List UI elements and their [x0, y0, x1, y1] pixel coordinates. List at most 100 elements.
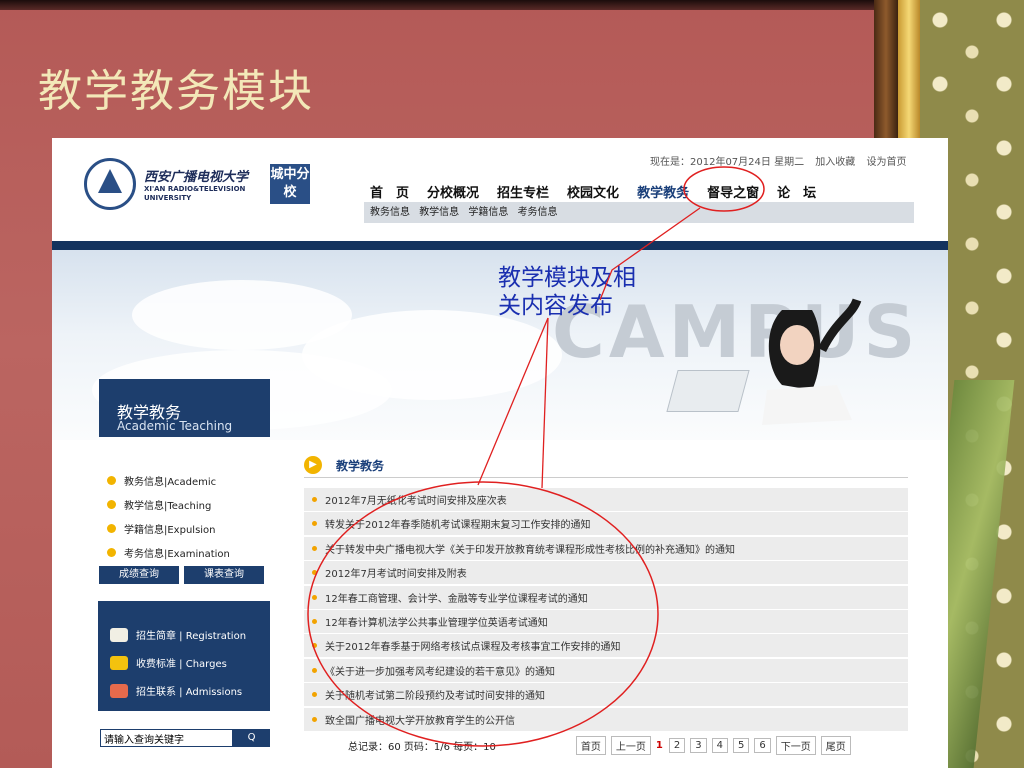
article-row[interactable]: 关于转发中央广播电视大学《关于印发开放教育统考课程形成性考核比例的补充通知》的通…: [304, 536, 908, 560]
header-divider: [52, 241, 948, 250]
section-banner-box: 教学教务 Academic Teaching: [99, 379, 270, 437]
bullet-icon: [312, 667, 317, 673]
slide-title: 教学教务模块: [38, 66, 314, 117]
bullet-icon: [312, 570, 317, 576]
query-buttons: 成绩查询 课表查询: [99, 566, 269, 584]
article-title: 12年春计算机法学公共事业管理学位英语考试通知: [325, 617, 548, 629]
university-emblem-icon: [84, 158, 136, 210]
nav-item-teaching[interactable]: 教学教务: [637, 182, 689, 201]
sidebar-item-examination[interactable]: 考务信息|Examination: [107, 540, 277, 564]
article-rows: 2012年7月无纸化考试时间安排及座次表 转发关于2012年春季随机考试课程期末…: [304, 488, 908, 731]
keyword-search-input[interactable]: [100, 729, 233, 747]
article-title: 关于2012年春季基于网络考核试点课程及考核事宜工作安排的通知: [325, 642, 621, 654]
enroll-label: 收费标准 | Charges: [136, 659, 227, 670]
schedule-query-button[interactable]: 课表查询: [184, 566, 264, 584]
nav-item-supervision[interactable]: 督导之窗: [707, 182, 759, 201]
slide-background: 教学教务模块 西安广播电视大学 XI'AN RADIO&TELEVISION U…: [0, 0, 1024, 768]
bullet-icon: [312, 716, 317, 722]
pagination-summary: 总记录：60 页码：1/6 每页：10: [348, 742, 496, 753]
main-nav: 首 页 分校概况 招生专栏 校园文化 教学教务 督导之窗 论 坛: [370, 182, 834, 201]
enroll-label: 招生联系 | Admissions: [136, 687, 243, 698]
search-button[interactable]: Q: [233, 729, 270, 747]
nav-item-about[interactable]: 分校概况: [427, 182, 479, 201]
nav-item-admissions[interactable]: 招生专栏: [497, 182, 549, 201]
prev-page-button[interactable]: 上一页: [610, 736, 651, 755]
bullet-icon: [107, 499, 116, 509]
student-photo: [762, 298, 862, 425]
page-button[interactable]: 6: [754, 738, 771, 753]
bullet-icon: [107, 547, 116, 557]
enroll-charges-link[interactable]: 收费标准 | Charges: [110, 655, 227, 670]
article-row[interactable]: 2012年7月考试时间安排及附表: [304, 561, 908, 585]
play-arrow-icon: ▶: [304, 456, 322, 474]
nav-item-home[interactable]: 首 页: [370, 182, 409, 201]
sidebar-item-academic[interactable]: 教务信息|Academic: [107, 468, 277, 492]
page-button[interactable]: 4: [711, 738, 728, 753]
enroll-label: 招生简章 | Registration: [136, 631, 247, 642]
page-button[interactable]: 2: [668, 738, 686, 753]
university-name: 西安广播电视大学 XI'AN RADIO&TELEVISION UNIVERSI…: [144, 166, 264, 203]
card-icon: [110, 655, 128, 670]
slide-top-bar: [0, 0, 880, 10]
branch-badge: 城中分校: [270, 164, 310, 204]
last-page-button[interactable]: 尾页: [820, 736, 851, 755]
annotation-line-1: 教学模块及相: [498, 265, 636, 291]
article-list-header: ▶ 教学教务: [304, 453, 908, 478]
article-title: 12年春工商管理、会计学、金融等专业学位课程考试的通知: [325, 593, 588, 605]
article-list-title: 教学教务: [336, 458, 385, 473]
annotation-callout: 教学模块及相 关内容发布: [498, 264, 636, 320]
top-info-bar: 现在是：2012年07月24日 星期二 加入收藏 设为首页: [650, 153, 914, 168]
enrollment-panel: 招生简章 | Registration 收费标准 | Charges 招生联系 …: [98, 601, 270, 711]
article-row[interactable]: 致全国广播电视大学开放教育学生的公开信: [304, 707, 908, 731]
bullet-icon: [312, 692, 317, 698]
article-title: 2012年7月考试时间安排及附表: [325, 569, 467, 581]
sidebar-item-label: 学籍信息|Expulsion: [124, 524, 216, 536]
enroll-contact-link[interactable]: 招生联系 | Admissions: [110, 683, 242, 698]
page-button[interactable]: 5: [733, 738, 750, 753]
subnav-item-academic[interactable]: 教务信息: [370, 207, 410, 218]
site-header: 西安广播电视大学 XI'AN RADIO&TELEVISION UNIVERSI…: [52, 138, 948, 241]
nav-item-campus-culture[interactable]: 校园文化: [567, 182, 619, 201]
sidebar-item-teaching[interactable]: 教学信息|Teaching: [107, 492, 277, 516]
article-row[interactable]: 12年春工商管理、会计学、金融等专业学位课程考试的通知: [304, 585, 908, 609]
enroll-registration-link[interactable]: 招生简章 | Registration: [110, 627, 246, 642]
article-title: 关于转发中央广播电视大学《关于印发开放教育统考课程形成性考核比例的补充通知》的通…: [325, 544, 735, 556]
section-title-en: Academic Teaching: [117, 419, 233, 433]
sub-nav: 教务信息 教学信息 学籍信息 考务信息: [364, 202, 914, 223]
annotation-line-2: 关内容发布: [498, 293, 613, 319]
bullet-icon: [107, 475, 116, 485]
university-logo[interactable]: 西安广播电视大学 XI'AN RADIO&TELEVISION UNIVERSI…: [84, 158, 310, 210]
university-name-en: XI'AN RADIO&TELEVISION UNIVERSITY: [144, 184, 246, 202]
article-row[interactable]: 关于2012年春季基于网络考核试点课程及考核事宜工作安排的通知: [304, 634, 908, 658]
nav-item-forum[interactable]: 论 坛: [777, 182, 816, 201]
article-row[interactable]: 关于随机考试第二阶段预约及考试时间安排的通知: [304, 683, 908, 707]
book-icon: [110, 627, 128, 642]
page-button[interactable]: 3: [690, 738, 707, 753]
article-row[interactable]: 2012年7月无纸化考试时间安排及座次表: [304, 488, 908, 511]
sidebar-menu: 教务信息|Academic 教学信息|Teaching 学籍信息|Expulsi…: [107, 468, 277, 564]
article-list: ▶ 教学教务 2012年7月无纸化考试时间安排及座次表 转发关于2012年春季随…: [304, 453, 908, 732]
set-home-link[interactable]: 设为首页: [866, 157, 906, 168]
article-title: 转发关于2012年春季随机考试课程期末复习工作安排的通知: [325, 520, 591, 532]
subnav-item-teaching[interactable]: 教学信息: [419, 207, 459, 218]
bullet-icon: [312, 643, 317, 649]
grade-query-button[interactable]: 成绩查询: [99, 566, 179, 584]
current-date: 现在是：2012年07月24日 星期二: [650, 157, 805, 168]
article-title: 关于随机考试第二阶段预约及考试时间安排的通知: [325, 691, 545, 703]
subnav-item-status[interactable]: 学籍信息: [468, 207, 508, 218]
article-row[interactable]: 转发关于2012年春季随机考试课程期末复习工作安排的通知: [304, 512, 908, 536]
next-page-button[interactable]: 下一页: [775, 736, 816, 755]
article-title: 2012年7月无纸化考试时间安排及座次表: [325, 496, 507, 507]
subnav-item-exam[interactable]: 考务信息: [518, 207, 558, 218]
article-row[interactable]: 12年春计算机法学公共事业管理学位英语考试通知: [304, 609, 908, 633]
add-favorite-link[interactable]: 加入收藏: [815, 157, 855, 168]
sidebar-item-expulsion[interactable]: 学籍信息|Expulsion: [107, 516, 277, 540]
sidebar-item-label: 教务信息|Academic: [124, 476, 217, 488]
bullet-icon: [312, 545, 317, 551]
sidebar-item-label: 教学信息|Teaching: [124, 500, 212, 512]
article-title: 致全国广播电视大学开放教育学生的公开信: [325, 715, 515, 727]
first-page-button[interactable]: 首页: [575, 736, 606, 755]
sidebar-item-label: 考务信息|Examination: [124, 548, 230, 560]
article-row[interactable]: 《关于进一步加强考风考纪建设的若干意见》的通知: [304, 658, 908, 682]
bullet-icon: [312, 497, 317, 502]
